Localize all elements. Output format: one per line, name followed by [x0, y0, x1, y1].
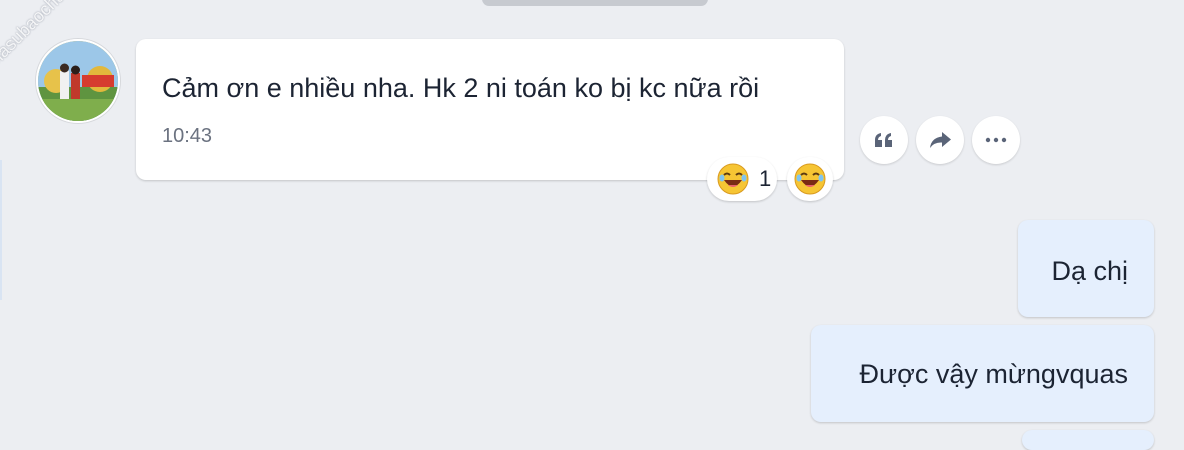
message-text: Được vậy mừngvquas [859, 359, 1128, 389]
quote-button[interactable] [860, 116, 908, 164]
message-time: 10:43 [162, 125, 213, 147]
more-icon [985, 137, 1007, 143]
laughing-face-icon [717, 163, 749, 195]
forward-icon [930, 132, 951, 148]
avatar[interactable] [36, 39, 120, 123]
laughing-face-icon [794, 163, 826, 195]
message-text: Dạ chị [1051, 256, 1128, 286]
forward-button[interactable] [916, 116, 964, 164]
more-button[interactable] [972, 116, 1020, 164]
outgoing-message-bubble[interactable]: Được vậy mừngvquas [811, 325, 1154, 422]
outgoing-message-bubble-partial[interactable] [1022, 430, 1154, 450]
outgoing-message-bubble[interactable]: Dạ chị [1018, 220, 1154, 317]
reaction-summary[interactable]: 1 [707, 157, 777, 201]
date-divider-pill [482, 0, 708, 6]
message-text: Cảm ơn e nhiều nha. Hk 2 ni toán ko bị k… [162, 73, 760, 103]
avatar-photo [38, 41, 118, 121]
panel-edge [0, 160, 2, 300]
react-button[interactable] [787, 157, 833, 201]
reaction-count: 1 [759, 166, 772, 191]
quote-icon [875, 133, 892, 147]
